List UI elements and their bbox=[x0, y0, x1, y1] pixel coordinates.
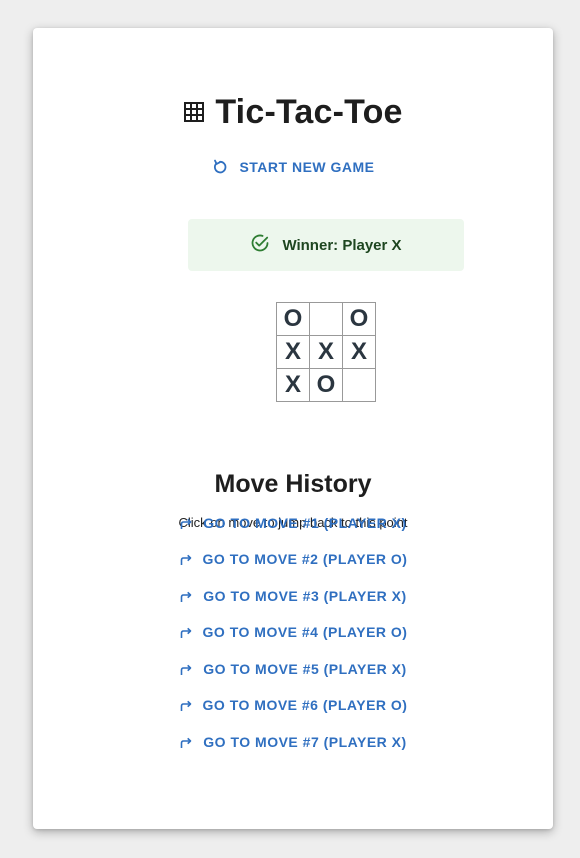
move-button-5[interactable]: GO TO MOVE #5 (PLAYER X) bbox=[33, 659, 553, 679]
redo-arrow-icon bbox=[179, 589, 193, 603]
board-cell-3[interactable]: O bbox=[343, 303, 376, 336]
move-button-label: GO TO MOVE #5 (PLAYER X) bbox=[203, 661, 407, 677]
move-button-6[interactable]: GO TO MOVE #6 (PLAYER O) bbox=[33, 695, 553, 715]
check-circle-icon bbox=[250, 233, 270, 257]
board-cell-1[interactable]: O bbox=[277, 303, 310, 336]
move-button-label: GO TO MOVE #7 (PLAYER X) bbox=[203, 734, 407, 750]
move-button-label: GO TO MOVE #6 (PLAYER O) bbox=[202, 697, 408, 713]
winner-alert: Winner: Player X bbox=[188, 219, 464, 271]
move-history-title: Move History bbox=[214, 470, 372, 498]
redo-arrow-icon bbox=[179, 735, 193, 749]
board-cell-7[interactable]: X bbox=[277, 369, 310, 402]
redo-arrow-icon bbox=[179, 698, 193, 712]
redo-arrow-icon bbox=[179, 625, 193, 639]
move-button-2[interactable]: GO TO MOVE #2 (PLAYER O) bbox=[33, 549, 553, 569]
board-cell-4[interactable]: X bbox=[277, 336, 310, 369]
start-new-game-label: START NEW GAME bbox=[239, 159, 375, 175]
board-cell-5[interactable]: X bbox=[310, 336, 343, 369]
game-board: O O X X X X O bbox=[276, 302, 376, 402]
move-button-label: GO TO MOVE #2 (PLAYER O) bbox=[202, 551, 408, 567]
grid-icon bbox=[183, 101, 205, 123]
board-cell-6[interactable]: X bbox=[343, 336, 376, 369]
move-button-4[interactable]: GO TO MOVE #4 (PLAYER O) bbox=[33, 622, 553, 642]
redo-arrow-icon bbox=[179, 552, 193, 566]
page-title: Tic-Tac-Toe bbox=[215, 92, 403, 131]
board-cell-2[interactable] bbox=[310, 303, 343, 336]
board-cell-9[interactable] bbox=[343, 369, 376, 402]
board-cell-8[interactable]: O bbox=[310, 369, 343, 402]
redo-arrow-icon bbox=[179, 516, 193, 530]
move-button-label: GO TO MOVE #1 (PLAYER X) bbox=[203, 515, 407, 531]
move-button-7[interactable]: GO TO MOVE #7 (PLAYER X) bbox=[33, 732, 553, 752]
game-card: Tic-Tac-Toe START NEW GAME Winner: Playe… bbox=[33, 28, 553, 829]
move-button-label: GO TO MOVE #3 (PLAYER X) bbox=[203, 588, 407, 604]
title-row: Tic-Tac-Toe bbox=[33, 92, 553, 132]
winner-text: Winner: Player X bbox=[282, 236, 402, 254]
redo-arrow-icon bbox=[179, 662, 193, 676]
move-button-1[interactable]: GO TO MOVE #1 (PLAYER X) bbox=[33, 513, 553, 533]
move-button-label: GO TO MOVE #4 (PLAYER O) bbox=[202, 624, 408, 640]
start-new-game-button[interactable]: START NEW GAME bbox=[33, 156, 553, 178]
refresh-icon bbox=[211, 158, 229, 176]
move-button-3[interactable]: GO TO MOVE #3 (PLAYER X) bbox=[33, 586, 553, 606]
